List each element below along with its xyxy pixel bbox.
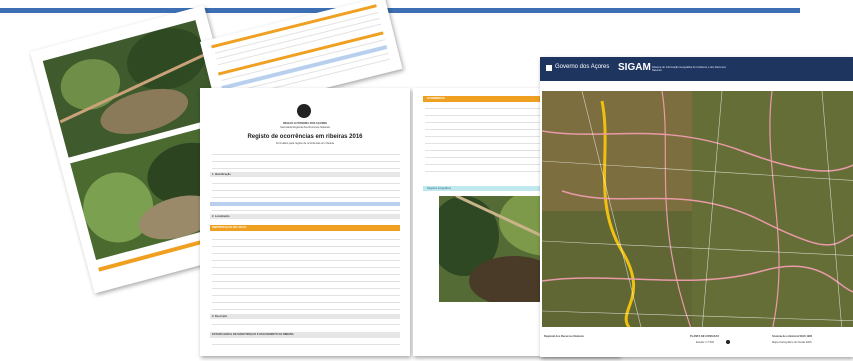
app-subtitle: Sistema de Informação Geográfica do Ambi…: [652, 66, 726, 73]
map-page: Governo dos Açores SIGAM Sistema de Info…: [540, 57, 853, 357]
map-canvas[interactable]: [542, 91, 853, 327]
map-roads: [542, 91, 853, 327]
brand-name: Governo dos Açores: [555, 64, 610, 70]
map-footer-org: Regional dos Recursos Naturais: [544, 335, 584, 338]
local-header: IDENTIFICAÇÃO DO LOCAL: [212, 226, 247, 229]
state-header: ESTADO GERAL DE MANUTENÇÃO E ESCOAMENTO …: [212, 333, 294, 336]
north-arrow-icon: [726, 340, 730, 344]
map-header: Governo dos Açores SIGAM Sistema de Info…: [540, 57, 853, 81]
section-description: 3. Descrição: [212, 315, 228, 318]
org-line-1: REGIÃO AUTÓNOMA DOS AÇORES: [282, 122, 328, 125]
app-name: SIGAM: [618, 62, 651, 73]
form-title: Registo de ocorrências em ribeiras 2016: [247, 134, 363, 140]
brand-logo-icon: [546, 65, 552, 71]
section-location: 2. Localização: [212, 215, 230, 218]
occurrence-header: OCORRÊNCIA: [427, 97, 445, 100]
section-identification: 1. Identificação: [212, 173, 231, 176]
top-accent-bar: [0, 8, 800, 13]
org-line-2: Secretaria Regional dos Recursos Naturai…: [280, 126, 330, 129]
form-subtitle: Formulário para registo de ocorrências e…: [275, 142, 335, 145]
photo-reference: Registos fotográficos: [427, 187, 452, 190]
map-footer-reference-2: Mapa Cartográfico do IGeoE 2006: [772, 341, 812, 344]
map-footer-scale: Escala: 1:7 500: [696, 341, 714, 344]
map-footer-reference: Sistema de referência WGS 1984: [772, 335, 813, 338]
coat-of-arms-icon: [297, 104, 311, 118]
registration-form-page: REGIÃO AUTÓNOMA DOS AÇORES Secretaria Re…: [200, 88, 410, 356]
map-footer-title: PLANTA DE CONSULTA: [690, 335, 720, 338]
